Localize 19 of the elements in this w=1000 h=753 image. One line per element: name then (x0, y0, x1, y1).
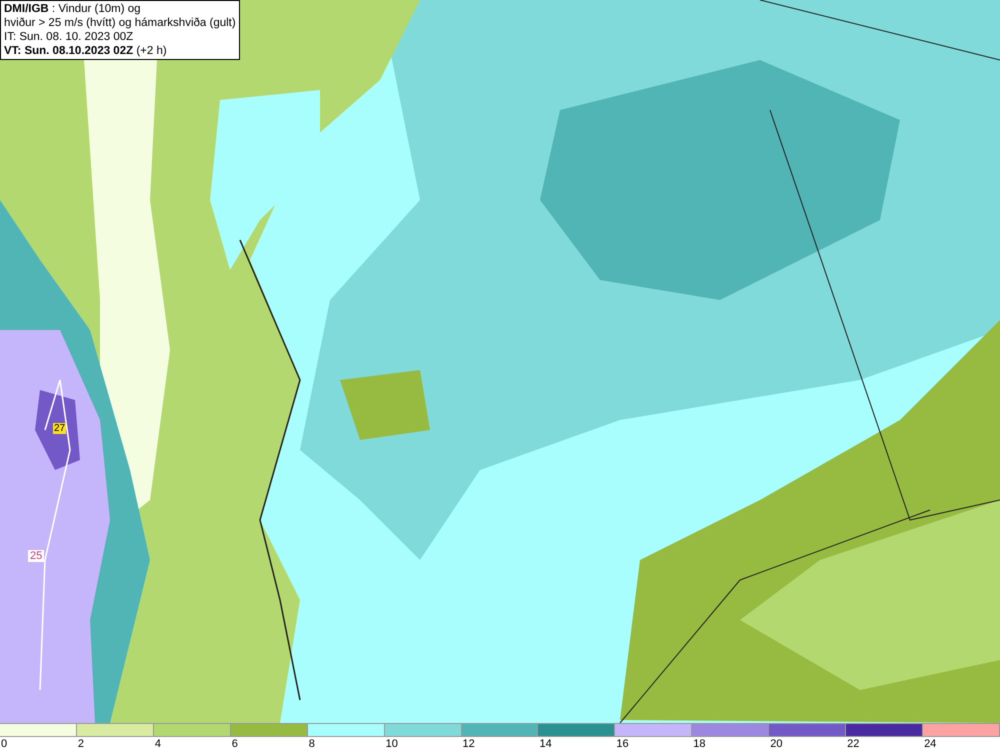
legend-label: 24 (924, 738, 936, 751)
legend-label: 14 (539, 738, 552, 751)
title-line: IT: Sun. 08. 10. 2023 00Z (4, 30, 134, 44)
legend-label: 8 (308, 738, 315, 751)
legend-label: 2 (78, 738, 84, 751)
legend-label: 16 (616, 738, 629, 751)
legend-label: 4 (154, 738, 161, 751)
title-line: DMI/IGB : Vindur (10m) og (4, 2, 142, 16)
map-label: 27 (53, 423, 66, 434)
legend-label: 6 (232, 738, 238, 751)
title-line: VT: Sun. 08.10.2023 02Z (+2 h) (4, 44, 168, 58)
legend-label: 10 (386, 738, 398, 751)
legend-label: 0 (1, 738, 8, 751)
legend-label: 20 (770, 738, 782, 751)
legend-label: 18 (693, 738, 706, 751)
legend-label: 12 (462, 738, 475, 751)
title-line: hviður > 25 m/s (hvítt) og hámarkshviða (gult) (4, 16, 236, 30)
map-label: 25 (28, 550, 44, 562)
legend-label: 22 (847, 738, 860, 751)
